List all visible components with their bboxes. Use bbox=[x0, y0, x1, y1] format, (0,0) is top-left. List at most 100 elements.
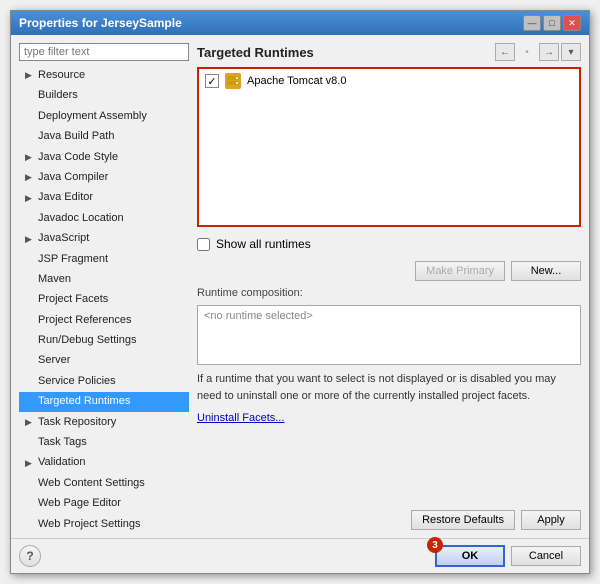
sidebar-item-label: Java Code Style bbox=[38, 150, 118, 165]
no-arrow bbox=[25, 477, 35, 490]
sidebar-item-task-tags[interactable]: Task Tags bbox=[19, 433, 189, 452]
sidebar-item-jsp-fragment[interactable]: JSP Fragment bbox=[19, 250, 189, 269]
sidebar-item-label: Resource bbox=[38, 68, 85, 83]
sidebar-item-label: JSP Fragment bbox=[38, 252, 108, 267]
content-area: ▶ Resource Builders Deployment Assembly … bbox=[11, 35, 589, 538]
no-arrow bbox=[25, 273, 35, 286]
no-arrow bbox=[25, 212, 35, 225]
no-arrow bbox=[25, 396, 35, 409]
sidebar-item-java-compiler[interactable]: ▶ Java Compiler bbox=[19, 168, 189, 187]
help-button[interactable]: ? bbox=[19, 545, 41, 567]
server-icon bbox=[225, 73, 241, 89]
runtime-list-box: 2 ✓ Apache Tomcat v8.0 bbox=[197, 67, 581, 227]
window-title: Properties for JerseySample bbox=[19, 16, 182, 30]
filter-input[interactable] bbox=[19, 43, 189, 61]
panel-header: Targeted Runtimes ← • → ▾ bbox=[197, 43, 581, 61]
sidebar-item-task-repository[interactable]: ▶ Task Repository bbox=[19, 413, 189, 432]
show-all-runtimes-row: Show all runtimes bbox=[197, 233, 581, 255]
sidebar-item-resource[interactable]: ▶ Resource bbox=[19, 66, 189, 85]
separator: • bbox=[517, 43, 537, 61]
sidebar-item-label: Validation bbox=[38, 455, 86, 470]
no-arrow bbox=[25, 436, 35, 449]
sidebar-item-label: Java Editor bbox=[38, 190, 93, 205]
sidebar-item-label: Builders bbox=[38, 88, 78, 103]
new-button[interactable]: New... bbox=[511, 261, 581, 281]
sidebar-item-web-page-editor[interactable]: Web Page Editor bbox=[19, 494, 189, 513]
sidebar-item-java-build-path[interactable]: Java Build Path bbox=[19, 127, 189, 146]
sidebar-item-label: Service Policies bbox=[38, 374, 116, 389]
sidebar-item-server[interactable]: Server bbox=[19, 351, 189, 370]
sidebar-item-javascript[interactable]: ▶ JavaScript bbox=[19, 229, 189, 248]
dropdown-button[interactable]: ▾ bbox=[561, 43, 581, 61]
sidebar-item-deployment-assembly[interactable]: Deployment Assembly bbox=[19, 107, 189, 126]
no-arrow bbox=[25, 90, 35, 103]
sidebar-item-label: Task Repository bbox=[38, 415, 116, 430]
sidebar-item-run-debug[interactable]: Run/Debug Settings bbox=[19, 331, 189, 350]
make-primary-button[interactable]: Make Primary bbox=[415, 261, 505, 281]
sidebar-item-javadoc-location[interactable]: Javadoc Location bbox=[19, 209, 189, 228]
sidebar-item-label: Java Build Path bbox=[38, 129, 114, 144]
sidebar-item-project-facets[interactable]: Project Facets bbox=[19, 290, 189, 309]
expand-arrow-icon: ▶ bbox=[25, 69, 35, 82]
no-arrow bbox=[25, 518, 35, 530]
runtime-composition-label: Runtime composition: bbox=[197, 287, 581, 299]
sidebar-item-label: Server bbox=[38, 353, 70, 368]
main-panel: Targeted Runtimes ← • → ▾ 2 ✓ bbox=[197, 43, 581, 530]
no-arrow bbox=[25, 355, 35, 368]
restore-defaults-button[interactable]: Restore Defaults bbox=[411, 510, 515, 530]
close-button[interactable]: ✕ bbox=[563, 15, 581, 31]
apply-button[interactable]: Apply bbox=[521, 510, 581, 530]
nav-arrows: ← • → ▾ bbox=[495, 43, 581, 61]
no-arrow bbox=[25, 253, 35, 266]
expand-arrow-icon: ▶ bbox=[25, 416, 35, 429]
sidebar-item-service-policies[interactable]: Service Policies bbox=[19, 372, 189, 391]
properties-window: Properties for JerseySample — □ ✕ ▶ Reso… bbox=[10, 10, 590, 574]
sidebar-item-validation[interactable]: ▶ Validation bbox=[19, 453, 189, 472]
uninstall-facets-link[interactable]: Uninstall Facets... bbox=[197, 412, 284, 424]
sidebar-item-label: Deployment Assembly bbox=[38, 109, 147, 124]
sidebar-item-builders[interactable]: Builders bbox=[19, 86, 189, 105]
maximize-button[interactable]: □ bbox=[543, 15, 561, 31]
sidebar-item-project-references[interactable]: Project References bbox=[19, 311, 189, 330]
runtime-checkbox[interactable]: ✓ bbox=[205, 74, 219, 88]
sidebar-item-label: Web Content Settings bbox=[38, 476, 145, 491]
no-arrow bbox=[25, 314, 35, 327]
no-arrow bbox=[25, 334, 35, 347]
runtime-name: Apache Tomcat v8.0 bbox=[247, 75, 346, 87]
sidebar-item-label: JavaScript bbox=[38, 231, 89, 246]
runtime-composition-box: <no runtime selected> bbox=[197, 305, 581, 365]
sidebar-item-java-code-style[interactable]: ▶ Java Code Style bbox=[19, 148, 189, 167]
sidebar-item-label: Java Compiler bbox=[38, 170, 108, 185]
ok-button[interactable]: 3 OK bbox=[435, 545, 505, 567]
forward-button[interactable]: → bbox=[539, 43, 559, 61]
restore-apply-row: Restore Defaults Apply bbox=[197, 510, 581, 530]
runtime-item[interactable]: 2 ✓ Apache Tomcat v8.0 bbox=[199, 69, 579, 93]
show-all-runtimes-checkbox[interactable] bbox=[197, 238, 210, 251]
title-bar: Properties for JerseySample — □ ✕ bbox=[11, 11, 589, 35]
minimize-button[interactable]: — bbox=[523, 15, 541, 31]
sidebar-item-targeted-runtimes[interactable]: 1 Targeted Runtimes bbox=[19, 392, 189, 411]
sidebar-item-label: Task Tags bbox=[38, 435, 87, 450]
sidebar-item-label: Web Project Settings bbox=[38, 517, 141, 530]
info-text: If a runtime that you want to select is … bbox=[197, 371, 581, 404]
sidebar-item-label: Web Page Editor bbox=[38, 496, 121, 511]
make-primary-new-row: Make Primary New... bbox=[197, 261, 581, 281]
show-all-runtimes-label: Show all runtimes bbox=[216, 237, 311, 251]
back-button[interactable]: ← bbox=[495, 43, 515, 61]
window-controls: — □ ✕ bbox=[523, 15, 581, 31]
ok-label: OK bbox=[462, 550, 479, 562]
sidebar-item-web-content-settings[interactable]: Web Content Settings bbox=[19, 474, 189, 493]
no-arrow bbox=[25, 131, 35, 144]
expand-arrow-icon: ▶ bbox=[25, 457, 35, 470]
no-arrow bbox=[25, 375, 35, 388]
sidebar-item-label: Maven bbox=[38, 272, 71, 287]
sidebar-item-maven[interactable]: Maven bbox=[19, 270, 189, 289]
sidebar-item-java-editor[interactable]: ▶ Java Editor bbox=[19, 188, 189, 207]
no-arrow bbox=[25, 498, 35, 511]
expand-arrow-icon: ▶ bbox=[25, 171, 35, 184]
sidebar-item-web-project-settings[interactable]: Web Project Settings bbox=[19, 515, 189, 530]
sidebar-item-label: Project References bbox=[38, 313, 132, 328]
cancel-button[interactable]: Cancel bbox=[511, 546, 581, 566]
expand-arrow-icon: ▶ bbox=[25, 192, 35, 205]
panel-title: Targeted Runtimes bbox=[197, 45, 314, 60]
